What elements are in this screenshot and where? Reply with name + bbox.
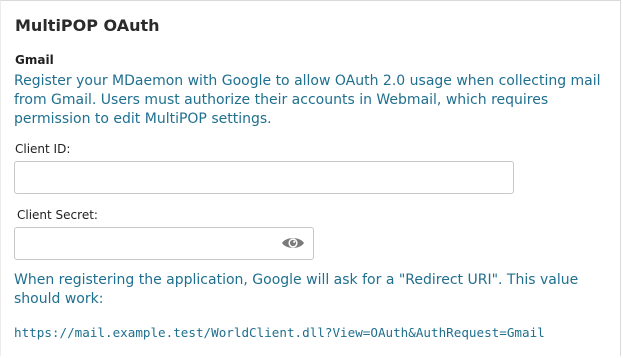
- eye-icon[interactable]: [281, 234, 305, 252]
- multipop-oauth-panel: MultiPOP OAuth Gmail Register your MDaem…: [0, 0, 621, 356]
- gmail-section-heading: Gmail: [15, 53, 54, 67]
- redirect-uri-value: https://mail.example.test/WorldClient.dl…: [14, 325, 545, 340]
- client-secret-label: Client Secret:: [17, 208, 98, 222]
- eye-icon-graphic: [282, 238, 304, 248]
- client-id-input[interactable]: [14, 161, 514, 194]
- gmail-description: Register your MDaemon with Google to all…: [14, 73, 601, 127]
- page-title: MultiPOP OAuth: [15, 16, 160, 35]
- client-id-label: Client ID:: [15, 142, 71, 156]
- client-secret-input[interactable]: [14, 227, 314, 260]
- redirect-uri-hint: When registering the application, Google…: [14, 272, 579, 307]
